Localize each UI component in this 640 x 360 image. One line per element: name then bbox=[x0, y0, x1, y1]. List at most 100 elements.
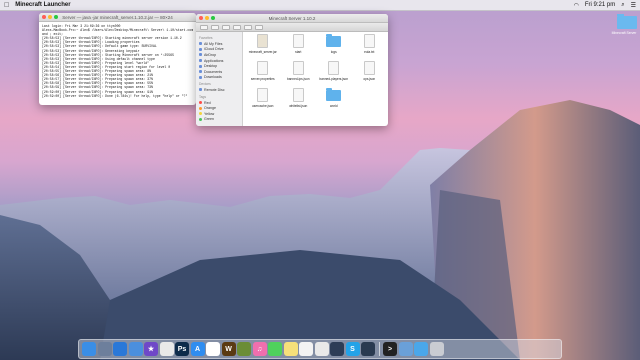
sidebar-item-label: Downloads bbox=[204, 75, 222, 80]
sidebar-icon bbox=[199, 53, 202, 57]
clock[interactable]: Fri 9:21 pm bbox=[585, 2, 615, 8]
document-icon bbox=[328, 61, 340, 75]
file-item[interactable]: whitelist.json bbox=[282, 88, 316, 115]
dock: ★ Ps A W ♫ S > bbox=[78, 339, 562, 359]
jar-file-icon bbox=[257, 34, 269, 48]
notes-icon[interactable] bbox=[283, 342, 298, 356]
arrange-button[interactable] bbox=[233, 24, 241, 30]
sidebar-item-label: Green bbox=[204, 117, 214, 122]
share-button[interactable] bbox=[255, 24, 263, 30]
tag-dot-icon bbox=[199, 112, 202, 116]
steam-icon[interactable] bbox=[330, 342, 344, 356]
back-button[interactable] bbox=[200, 24, 208, 30]
spotlight-icon[interactable]: ⌕ bbox=[621, 2, 624, 9]
sidebar-item-label: iCloud Drive bbox=[204, 47, 224, 52]
file-name: minecraft_server.jar bbox=[248, 50, 277, 54]
calendar-icon[interactable] bbox=[206, 342, 220, 356]
terminal-title: Server — java -jar minecraft_server.1.10… bbox=[62, 14, 173, 20]
finder-sidebar: Favorites All My Files iCloud Drive AirDrop… bbox=[196, 32, 243, 126]
file-name: logs bbox=[330, 50, 337, 54]
downloads-icon[interactable] bbox=[414, 342, 428, 356]
sidebar-icon bbox=[199, 59, 202, 63]
file-item[interactable]: ops.json bbox=[353, 61, 387, 88]
terminal-window[interactable]: Server — java -jar minecraft_server.1.10… bbox=[39, 13, 196, 105]
launchpad-icon[interactable] bbox=[97, 342, 112, 356]
file-name: whitelist.json bbox=[289, 104, 308, 108]
file-item[interactable]: minecraft_server.jar bbox=[246, 34, 280, 61]
document-icon bbox=[257, 88, 269, 102]
folder-icon bbox=[326, 88, 342, 101]
sidebar-item-label: Remote Disc bbox=[204, 87, 225, 92]
sidebar-icon bbox=[199, 42, 202, 46]
sidebar-item-label: Yellow bbox=[204, 111, 215, 116]
skype-icon[interactable]: S bbox=[345, 342, 360, 356]
sidebar-item-label: Documents bbox=[204, 69, 223, 74]
sidebar-icon bbox=[199, 75, 202, 79]
forward-button[interactable] bbox=[211, 24, 219, 30]
preview-icon[interactable] bbox=[398, 342, 413, 356]
file-item[interactable]: logs bbox=[317, 34, 351, 61]
document-icon bbox=[363, 61, 375, 75]
desktop-folder-icon[interactable] bbox=[617, 14, 637, 29]
sidebar-icon bbox=[199, 47, 202, 51]
sidebar-header: Tags bbox=[199, 94, 206, 99]
apple-icon[interactable]:  bbox=[4, 2, 9, 9]
file-item[interactable]: banned-players.json bbox=[317, 61, 351, 88]
file-grid: minecraft_server.jar start logs eula.txt ser… bbox=[246, 34, 386, 124]
folder-icon bbox=[326, 34, 342, 47]
desktop-folder-label[interactable]: Minecraft Server bbox=[608, 31, 640, 35]
tag-dot-icon bbox=[199, 101, 202, 105]
dock-separator bbox=[378, 342, 380, 356]
finder-title: Minecraft Server 1.10.2 bbox=[268, 15, 316, 21]
finder-icon[interactable] bbox=[82, 342, 96, 356]
wow-icon[interactable]: W bbox=[221, 342, 236, 356]
sidebar-item[interactable]: Remote Disc bbox=[199, 87, 239, 93]
file-name: banned-ips.json bbox=[286, 77, 310, 81]
trash-icon[interactable] bbox=[429, 342, 444, 356]
file-name: eula.txt bbox=[364, 50, 375, 54]
sidebar-item-label: Red bbox=[204, 100, 211, 105]
sidebar-item[interactable]: Green bbox=[199, 117, 239, 123]
tag-dot-icon bbox=[199, 106, 202, 110]
file-item[interactable]: eula.txt bbox=[353, 34, 387, 61]
terminal-output[interactable]: Last login: Fri Mar 3 21:09:36 on ttys00… bbox=[39, 22, 196, 100]
quicktime-icon[interactable] bbox=[361, 342, 375, 356]
action-button[interactable] bbox=[244, 24, 252, 30]
finder-titlebar[interactable]: Minecraft Server 1.10.2 bbox=[196, 14, 388, 23]
sidebar-header: Favorites bbox=[199, 36, 213, 40]
appstore-icon[interactable]: A bbox=[190, 342, 205, 356]
messages-icon[interactable] bbox=[268, 342, 282, 356]
mail-icon[interactable] bbox=[128, 342, 143, 356]
active-app-name[interactable]: Minecraft Launcher bbox=[15, 2, 70, 8]
terminal-icon[interactable]: > bbox=[383, 342, 397, 356]
photos-icon[interactable] bbox=[159, 342, 174, 356]
reminders-icon[interactable] bbox=[299, 342, 313, 356]
sidebar-item-label: All My Files bbox=[204, 41, 223, 46]
file-item[interactable]: start bbox=[282, 34, 316, 61]
view-icons-button[interactable] bbox=[222, 24, 230, 30]
tag-dot-icon bbox=[199, 117, 202, 121]
imovie-icon[interactable]: ★ bbox=[144, 342, 158, 356]
photoshop-icon[interactable]: Ps bbox=[175, 342, 189, 356]
terminal-titlebar[interactable]: Server — java -jar minecraft_server.1.10… bbox=[39, 13, 196, 22]
terminal-line: [20:59:00] [Server thread/INFO]: Done (6… bbox=[42, 93, 188, 98]
wifi-icon[interactable]: ◠ bbox=[574, 2, 579, 9]
sidebar-icon bbox=[199, 70, 202, 74]
sidebar-item[interactable]: Downloads bbox=[199, 75, 239, 81]
minecraft-icon[interactable] bbox=[237, 342, 251, 356]
notification-center-icon[interactable]: ☰ bbox=[631, 2, 636, 9]
sidebar-item-label: Desktop bbox=[204, 64, 218, 69]
itunes-icon[interactable]: ♫ bbox=[252, 342, 267, 356]
status-area: ◠ Fri 9:21 pm ⌕ ☰ bbox=[574, 2, 636, 9]
file-item[interactable]: usercache.json bbox=[246, 88, 280, 115]
sidebar-header: Devices bbox=[199, 82, 211, 87]
file-item[interactable]: world bbox=[317, 88, 351, 115]
finder-toolbar bbox=[196, 23, 388, 32]
safari-icon[interactable] bbox=[113, 342, 127, 356]
chrome-icon[interactable] bbox=[314, 342, 329, 356]
menu-bar:  Minecraft Launcher ◠ Fri 9:21 pm ⌕ ☰ bbox=[0, 0, 640, 11]
finder-window[interactable]: Minecraft Server 1.10.2 Favorites All My … bbox=[196, 14, 388, 126]
file-item[interactable]: banned-ips.json bbox=[282, 61, 316, 88]
file-item[interactable]: server.properties bbox=[246, 61, 280, 88]
terminal-line: Alexs-MacBook-Pro:~ Alex$ /Users/Alex/De… bbox=[42, 28, 194, 33]
